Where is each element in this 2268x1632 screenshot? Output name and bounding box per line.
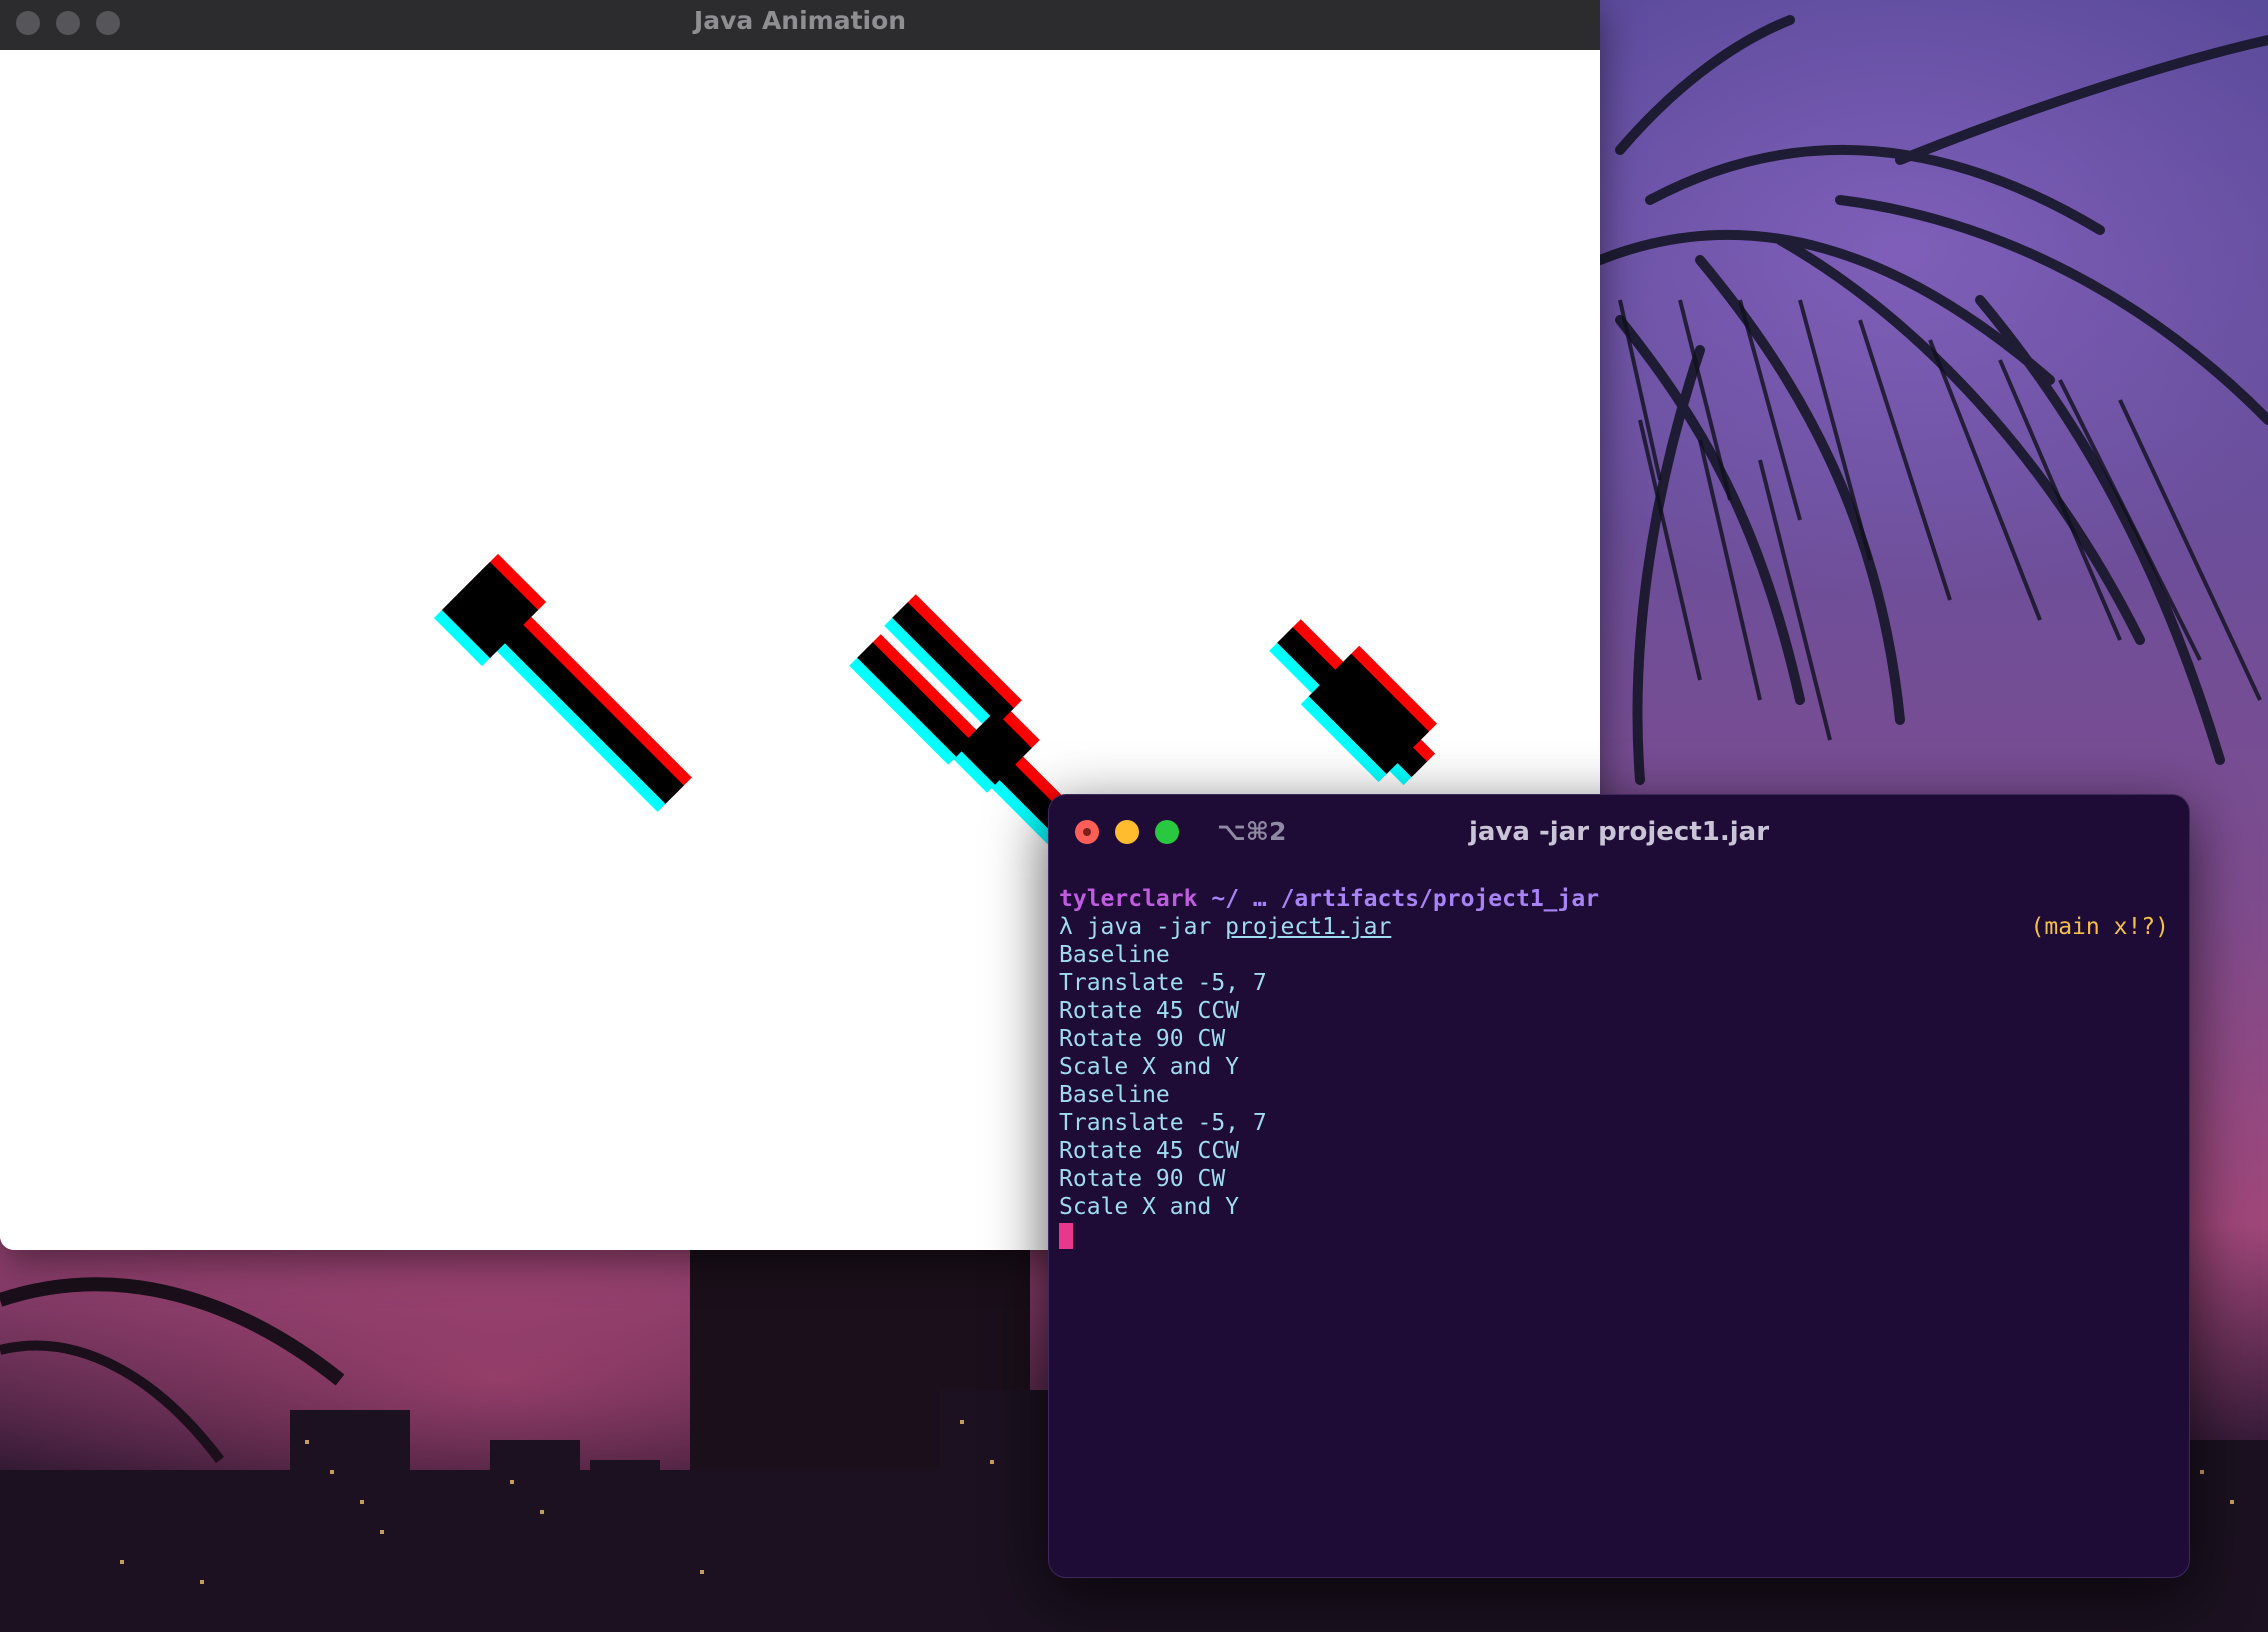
command-line: λ java -jar project1.jar (main x!?) <box>1059 913 2169 941</box>
prompt-user: tylerclark <box>1059 886 1198 912</box>
output-line: Rotate 90 CW <box>1059 1166 1226 1192</box>
terminal-output[interactable]: tylerclark ~/ … /artifacts/project1_jar … <box>1059 885 2169 1249</box>
output-line: Translate -5, 7 <box>1059 1110 1267 1136</box>
prompt-path: ~/ … /artifacts/project1_jar <box>1211 886 1600 912</box>
terminal-title: java -jar project1.jar <box>1468 817 1770 847</box>
output-line: Rotate 90 CW <box>1059 1026 1226 1052</box>
text-cursor <box>1059 1223 1073 1249</box>
git-status: (main x!?) <box>2030 914 2169 940</box>
terminal-window[interactable]: ⌥⌘2 java -jar project1.jar tylerclark ~/… <box>1048 794 2190 1578</box>
hammer-shape-1 <box>433 553 692 812</box>
terminal-titlebar[interactable]: ⌥⌘2 java -jar project1.jar <box>1049 795 2189 867</box>
output-line: Translate -5, 7 <box>1059 970 1267 996</box>
output-line: Baseline <box>1059 942 1170 968</box>
output-line: Scale X and Y <box>1059 1194 1240 1220</box>
jar-file-link[interactable]: project1.jar <box>1225 914 1391 940</box>
prompt-line: tylerclark ~/ … /artifacts/project1_jar <box>1059 885 2169 913</box>
output-line: Rotate 45 CCW <box>1059 998 1240 1024</box>
output-line: Baseline <box>1059 1082 1170 1108</box>
java-window-titlebar[interactable]: Java Animation <box>0 0 1600 51</box>
output-line: Scale X and Y <box>1059 1054 1240 1080</box>
window-title: Java Animation <box>693 6 907 35</box>
output-line: Rotate 45 CCW <box>1059 1138 1240 1164</box>
command-text: λ java -jar <box>1059 914 1226 940</box>
